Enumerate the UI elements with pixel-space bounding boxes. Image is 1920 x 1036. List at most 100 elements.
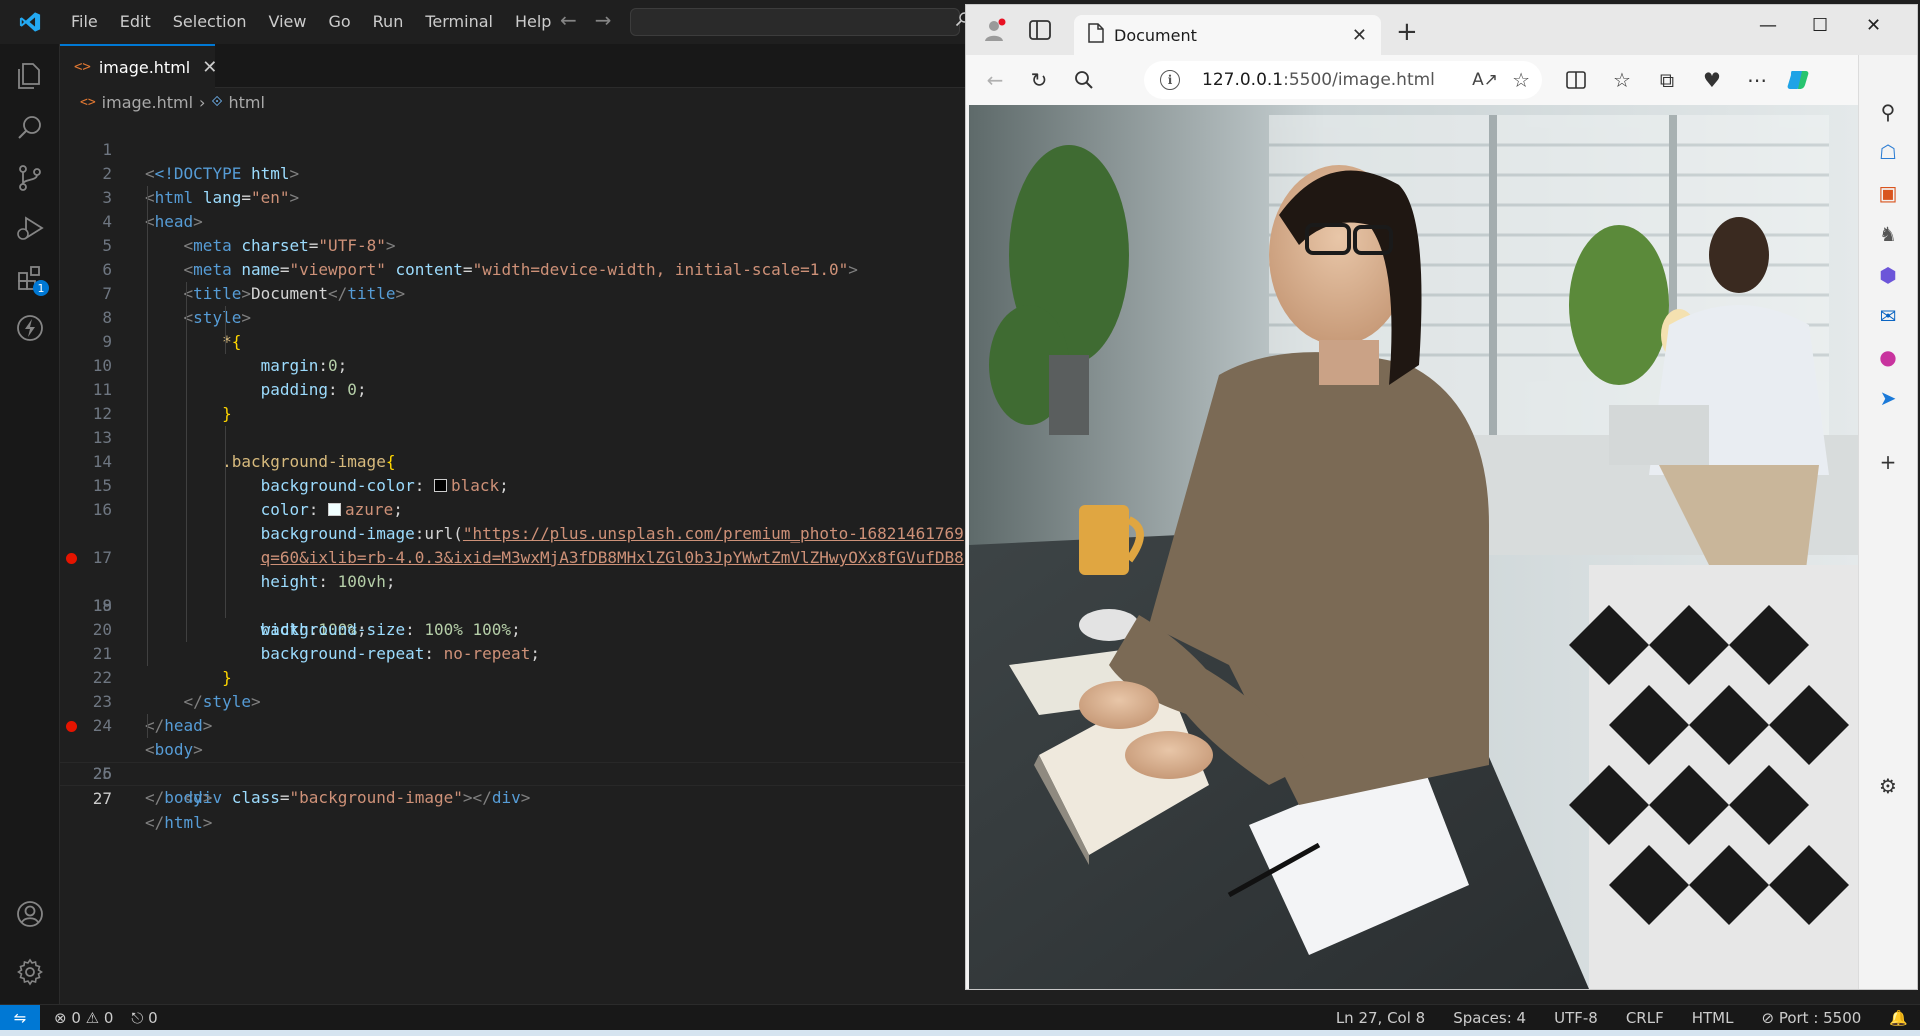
tab-image-html[interactable]: <> image.html ✕: [60, 44, 217, 88]
breadcrumb: <> image.html › ⟐ html: [80, 90, 265, 114]
element-icon: ⟐: [211, 94, 223, 110]
live-server-port[interactable]: ⊘ Port : 5500: [1761, 1009, 1861, 1027]
code-line: 25 <div class="background-image"></div>: [60, 714, 965, 807]
info-icon[interactable]: i: [1160, 70, 1180, 90]
tab-actions-icon[interactable]: [1028, 19, 1052, 41]
nav-arrows: ← →: [560, 8, 612, 32]
code-line-current: 27 </html>: [60, 762, 965, 832]
browser-window: Document ✕ + — ☐ ✕ ← ↻ i 127.0.0.1:5500/…: [965, 4, 1918, 990]
code-line: 5 <meta name="viewport" content="width=d…: [60, 210, 965, 279]
encoding[interactable]: UTF-8: [1554, 1009, 1598, 1027]
search-icon[interactable]: [0, 100, 60, 156]
profile-icon[interactable]: [982, 17, 1008, 43]
back-arrow-icon[interactable]: ←: [560, 8, 577, 32]
editor-tabs: <> image.html ✕: [60, 44, 965, 88]
code-line: 21 }: [60, 618, 965, 687]
close-icon[interactable]: ✕: [1352, 25, 1367, 46]
code-line: 16 background-image:url("https://plus.un…: [60, 474, 965, 543]
browser-tab-document[interactable]: Document ✕: [1074, 15, 1381, 55]
copilot-icon[interactable]: [1786, 67, 1812, 93]
sidebar-settings-icon[interactable]: ⚙: [1875, 773, 1901, 799]
maximize-icon[interactable]: ☐: [1812, 15, 1828, 36]
close-window-icon[interactable]: ✕: [1866, 15, 1881, 36]
browser-tabstrip: Document ✕ + — ☐ ✕: [966, 5, 1917, 55]
activity-bar: 1: [0, 44, 60, 1004]
breakpoint-icon[interactable]: [66, 721, 77, 732]
code-line: 24 <body>: [92, 716, 203, 759]
code-line: 26 </body>: [92, 764, 213, 807]
split-screen-icon[interactable]: [1563, 67, 1589, 93]
back-icon[interactable]: ←: [982, 67, 1008, 93]
favorites-icon[interactable]: ☆: [1609, 67, 1635, 93]
code-line: 10 padding: 0;: [60, 330, 965, 399]
breadcrumb-symbol[interactable]: html: [228, 93, 264, 112]
minimize-icon[interactable]: —: [1759, 15, 1777, 36]
code-line: 14 background-color: black;: [60, 426, 965, 495]
indentation[interactable]: Spaces: 4: [1453, 1009, 1526, 1027]
extensions-badge: 1: [33, 280, 49, 296]
address-url: 127.0.0.1:5500/image.html: [1202, 70, 1435, 90]
menu-go[interactable]: Go: [317, 0, 361, 44]
forward-arrow-icon[interactable]: →: [595, 8, 612, 32]
menu-help[interactable]: Help: [504, 0, 562, 44]
refresh-icon[interactable]: ↻: [1026, 67, 1052, 93]
send-icon[interactable]: ➤: [1875, 385, 1901, 411]
explorer-icon[interactable]: [0, 48, 60, 104]
accounts-icon[interactable]: [0, 886, 60, 942]
notifications-icon[interactable]: 🔔: [1889, 1009, 1908, 1027]
read-aloud-icon[interactable]: A↗: [1472, 70, 1498, 90]
more-options-icon[interactable]: ⋯: [1744, 67, 1770, 93]
code-line: 18 width:100%;: [60, 546, 965, 639]
menu-edit[interactable]: Edit: [109, 0, 162, 44]
address-bar[interactable]: i 127.0.0.1:5500/image.html A↗ ☆: [1144, 61, 1542, 99]
extensions-icon[interactable]: 1: [0, 250, 60, 306]
new-tab-icon[interactable]: +: [1396, 17, 1418, 47]
browser-essentials-icon[interactable]: ♥: [1699, 67, 1725, 93]
search-icon[interactable]: [1071, 67, 1097, 93]
favorite-star-icon[interactable]: ☆: [1512, 68, 1530, 92]
ports-indicator[interactable]: ⎋ 0: [131, 1009, 157, 1027]
search-icon[interactable]: ⚲: [1875, 99, 1901, 125]
run-debug-icon[interactable]: [0, 200, 60, 256]
code-line: 13 .background-image{: [60, 402, 965, 471]
language-mode[interactable]: HTML: [1692, 1009, 1734, 1027]
shopping-tag-icon[interactable]: ☖: [1875, 139, 1901, 165]
code-line: 15 color: azure;: [60, 450, 965, 519]
menu-terminal[interactable]: Terminal: [414, 0, 504, 44]
code-line: 4 <meta charset="UTF-8">: [60, 186, 965, 255]
breadcrumb-file[interactable]: image.html: [102, 93, 193, 112]
games-icon[interactable]: ♞: [1875, 221, 1901, 247]
code-line: 11 }: [60, 354, 965, 423]
menu-file[interactable]: File: [60, 0, 109, 44]
cursor-position[interactable]: Ln 27, Col 8: [1336, 1009, 1425, 1027]
tools-icon[interactable]: ▣: [1875, 180, 1901, 206]
close-icon[interactable]: ✕: [202, 57, 217, 78]
source-control-icon[interactable]: [0, 150, 60, 206]
html-file-icon: <>: [74, 59, 91, 75]
microsoft365-icon[interactable]: ⬢: [1875, 262, 1901, 288]
menu-view[interactable]: View: [258, 0, 318, 44]
breakpoint-icon[interactable]: [66, 553, 77, 564]
end-of-line[interactable]: CRLF: [1626, 1009, 1664, 1027]
status-bar: ⇋ ⊗ 0 ⚠ 0 ⎋ 0 Ln 27, Col 8 Spaces: 4 UTF…: [0, 1004, 1920, 1031]
problems-indicator[interactable]: ⊗ 0 ⚠ 0: [54, 1009, 113, 1027]
command-center[interactable]: [630, 8, 970, 36]
code-line: 22 </style>: [60, 642, 965, 711]
code-line: 19 background-size: 100% 100%;: [60, 570, 965, 639]
page-viewport[interactable]: [969, 105, 1858, 989]
code-editor[interactable]: 1 <<!DOCTYPE html> 2 <html lang="en"> 3 …: [60, 114, 965, 1004]
background-photo: [969, 105, 1858, 989]
remote-indicator-icon[interactable]: ⇋: [0, 1004, 40, 1031]
code-line: 20 background-repeat: no-repeat;: [60, 594, 965, 663]
tab-label: image.html: [98, 57, 191, 77]
collections-icon[interactable]: ⧉: [1654, 67, 1680, 93]
menu-selection[interactable]: Selection: [162, 0, 258, 44]
add-sidebar-app-icon[interactable]: +: [1875, 449, 1901, 475]
settings-gear-icon[interactable]: [0, 944, 60, 1000]
code-line: 2 <html lang="en">: [102, 164, 300, 207]
thunder-client-icon[interactable]: [0, 300, 60, 356]
menu-run[interactable]: Run: [362, 0, 415, 44]
document-icon: [1088, 23, 1104, 47]
outlook-icon[interactable]: ✉: [1875, 303, 1901, 329]
designer-icon[interactable]: ●: [1875, 344, 1901, 370]
